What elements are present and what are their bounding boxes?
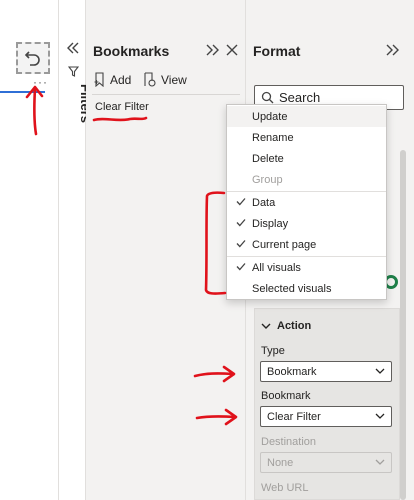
action-header[interactable]: Action <box>261 320 311 332</box>
type-value: Bookmark <box>267 365 317 378</box>
chevron-down-icon <box>375 368 385 374</box>
bookmark-context-menu: Update Rename Delete Group Data Display … <box>226 104 387 300</box>
chevron-down-icon <box>261 323 271 329</box>
destination-label: Destination <box>261 436 317 448</box>
menu-item-label: Delete <box>252 152 284 165</box>
filters-pane: Filters <box>58 0 93 500</box>
menu-item-label: Rename <box>252 131 294 144</box>
menu-item-label: Update <box>252 110 288 123</box>
add-label: Add <box>110 72 132 87</box>
menu-item-selected-visuals[interactable]: Selected visuals <box>227 278 386 299</box>
menu-item-delete[interactable]: Delete <box>227 148 386 169</box>
view-label: View <box>161 72 187 87</box>
view-bookmarks-button[interactable]: View <box>144 72 187 87</box>
action-header-label: Action <box>277 320 312 332</box>
type-dropdown[interactable]: Bookmark <box>260 361 392 382</box>
bookmark-label: Bookmark <box>261 390 311 402</box>
bookmark-value: Clear Filter <box>267 410 321 423</box>
bookmarks-title: Bookmarks <box>93 43 170 59</box>
menu-item-label: Display <box>252 217 289 230</box>
add-bookmark-button[interactable]: Add <box>94 72 131 87</box>
checkmark-icon <box>236 219 246 227</box>
menu-item-update[interactable]: Update <box>227 106 386 127</box>
menu-item-display[interactable]: Display <box>227 213 386 234</box>
more-options-icon[interactable]: ··· <box>33 76 48 88</box>
report-canvas: ··· <box>0 0 58 500</box>
search-placeholder: Search <box>279 90 321 105</box>
menu-item-label: Data <box>252 196 276 209</box>
menu-item-rename[interactable]: Rename <box>227 127 386 148</box>
menu-item-data[interactable]: Data <box>227 192 386 213</box>
action-card: Action Type Bookmark Bookmark Clear Filt… <box>254 308 400 500</box>
format-title: Format <box>253 43 301 59</box>
menu-item-label: All visuals <box>252 261 301 274</box>
double-chevron-left-icon[interactable] <box>67 42 79 54</box>
menu-item-label: Selected visuals <box>252 282 332 295</box>
close-icon[interactable] <box>226 44 238 56</box>
menu-item-group: Group <box>227 169 386 190</box>
checkmark-icon <box>236 198 246 206</box>
menu-item-label: Current page <box>252 238 317 251</box>
menu-item-label: Group <box>252 173 283 186</box>
chevron-down-icon <box>375 413 385 419</box>
format-scrollbar[interactable] <box>400 150 406 500</box>
type-label: Type <box>261 345 285 357</box>
canvas-edge-line <box>0 91 45 93</box>
web-url-label: Web URL <box>261 482 309 494</box>
bookmark-item[interactable]: Clear Filter <box>95 101 149 113</box>
checkmark-icon <box>236 240 246 248</box>
menu-item-all-visuals[interactable]: All visuals <box>227 257 386 278</box>
reset-visual-button[interactable] <box>16 42 50 74</box>
bookmarks-divider <box>92 94 240 95</box>
checkmark-icon <box>236 263 246 271</box>
destination-dropdown: None <box>260 452 392 473</box>
chevron-down-icon <box>375 459 385 465</box>
bookmark-add-icon <box>94 72 104 87</box>
search-icon <box>261 91 274 104</box>
double-chevron-right-icon[interactable] <box>386 44 399 56</box>
bookmarks-pane: Bookmarks Add View Clear Filter <box>86 0 246 500</box>
destination-value: None <box>267 456 294 469</box>
funnel-icon <box>68 66 79 77</box>
bookmark-dropdown[interactable]: Clear Filter <box>260 406 392 427</box>
undo-arrow-icon <box>24 51 40 66</box>
view-icon <box>144 72 156 87</box>
double-chevron-right-icon[interactable] <box>206 44 219 56</box>
menu-item-current-page[interactable]: Current page <box>227 234 386 255</box>
